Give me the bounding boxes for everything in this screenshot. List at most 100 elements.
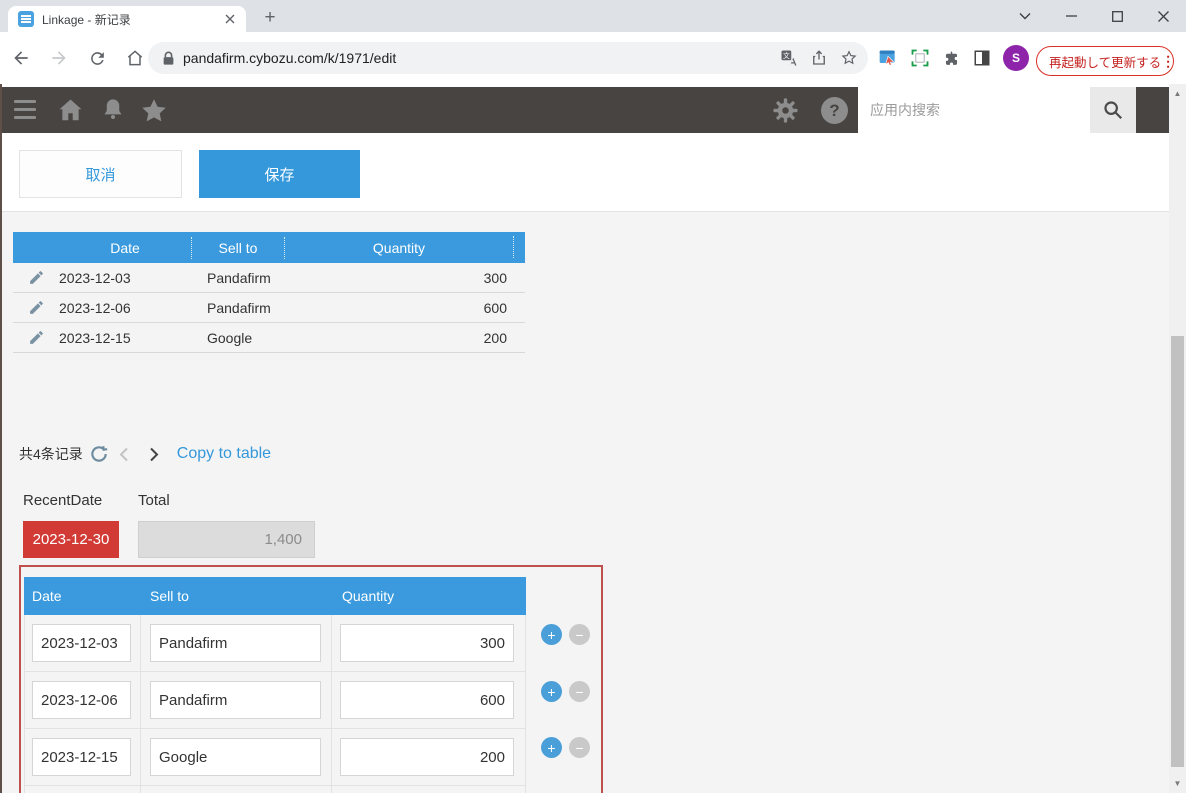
cell-sellto: Google	[191, 330, 284, 346]
vertical-scrollbar[interactable]: ▲ ▼	[1169, 84, 1186, 793]
search-button[interactable]	[1090, 87, 1136, 133]
table-row: 2023-12-03 Pandafirm 300	[13, 263, 525, 293]
add-row-button[interactable]: +	[541, 681, 562, 702]
remove-row-button[interactable]: −	[569, 737, 590, 758]
add-row-button[interactable]: +	[541, 737, 562, 758]
date-input[interactable]	[32, 681, 131, 719]
subtable-row	[24, 729, 526, 786]
cell-date: 2023-12-15	[59, 330, 191, 346]
browser-tab[interactable]: Linkage - 新记录	[8, 6, 246, 32]
subtable-column-date: Date	[24, 588, 141, 604]
subtable-header: Date Sell to Quantity	[24, 577, 526, 615]
scroll-up-arrow-icon[interactable]: ▲	[1169, 86, 1186, 101]
svg-text:文: 文	[783, 51, 790, 60]
lock-icon	[162, 51, 175, 66]
prev-page-chevron-icon[interactable]	[119, 447, 129, 462]
forward-button[interactable]	[42, 41, 76, 75]
table-row: 2023-12-15 Google 200	[13, 323, 525, 353]
date-input[interactable]	[32, 738, 131, 776]
scrollbar-thumb[interactable]	[1171, 336, 1184, 767]
settings-gear-icon[interactable]	[771, 96, 800, 130]
subtable-row	[24, 615, 526, 672]
record-count-label: 共4条记录	[19, 444, 83, 464]
cell-quantity: 300	[284, 270, 513, 286]
sellto-input[interactable]	[150, 624, 321, 662]
subtable-highlight-group: Date Sell to Quantity	[19, 565, 603, 793]
quantity-input[interactable]	[340, 624, 514, 662]
app-header: ?	[2, 87, 1171, 133]
bookmark-star-icon[interactable]	[840, 49, 858, 67]
save-button[interactable]: 保存	[199, 150, 360, 198]
cell-quantity: 600	[284, 300, 513, 316]
pagination-bar: 共4条记录 Copy to table	[19, 442, 271, 466]
in-app-search-input[interactable]	[858, 87, 1090, 133]
next-page-chevron-icon[interactable]	[149, 447, 159, 462]
search-icon	[1102, 99, 1124, 121]
remove-row-button[interactable]: −	[569, 624, 590, 645]
portal-home-icon[interactable]	[55, 95, 86, 131]
edit-pencil-icon[interactable]	[28, 329, 45, 346]
subtable-row	[24, 672, 526, 729]
window-minimize-button[interactable]	[1048, 0, 1094, 32]
window-close-button[interactable]	[1140, 0, 1186, 32]
total-value: 1,400	[138, 521, 315, 558]
quantity-input[interactable]	[340, 738, 514, 776]
date-input[interactable]	[32, 624, 131, 662]
recent-date-value: 2023-12-30	[23, 521, 119, 558]
new-tab-button[interactable]: +	[256, 4, 284, 32]
sellto-input[interactable]	[150, 738, 321, 776]
refresh-icon[interactable]	[89, 444, 109, 464]
url-bar[interactable]: pandafirm.cybozu.com/k/1971/edit 文	[148, 42, 868, 74]
ext-window-capture-icon[interactable]	[878, 48, 898, 68]
share-icon[interactable]	[810, 49, 828, 67]
relaunch-update-label: 再起動して更新する	[1049, 52, 1161, 71]
reload-button[interactable]	[80, 41, 114, 75]
edit-pencil-icon[interactable]	[28, 299, 45, 316]
cell-sellto: Pandafirm	[191, 270, 284, 286]
record-action-bar: 取消 保存	[2, 133, 1171, 212]
tab-title: Linkage - 新记录	[42, 11, 222, 28]
url-text: pandafirm.cybozu.com/k/1971/edit	[183, 50, 780, 66]
tab-search-chevron-icon[interactable]	[1002, 0, 1048, 32]
profile-avatar[interactable]: S	[1003, 45, 1029, 71]
cell-date: 2023-12-03	[59, 270, 191, 286]
browser-titlebar: Linkage - 新记录 +	[0, 0, 1186, 32]
subtable: Date Sell to Quantity	[24, 577, 526, 793]
help-icon[interactable]: ?	[821, 97, 848, 124]
hamburger-menu-icon[interactable]	[14, 100, 36, 119]
app-favicon-icon	[18, 11, 34, 27]
table-row: 2023-12-06 Pandafirm 600	[13, 293, 525, 323]
related-records-header: Date Sell to Quantity	[13, 232, 525, 263]
cell-quantity: 200	[284, 330, 513, 346]
extensions-puzzle-icon[interactable]	[942, 49, 961, 68]
translate-icon[interactable]: 文	[780, 49, 798, 67]
edit-pencil-icon[interactable]	[28, 269, 45, 286]
record-form-area: Date Sell to Quantity 2023-12-03 Pandafi…	[2, 212, 1171, 793]
copy-to-table-link[interactable]: Copy to table	[177, 445, 271, 463]
back-button[interactable]	[4, 41, 38, 75]
total-label: Total	[138, 492, 170, 509]
window-maximize-button[interactable]	[1094, 0, 1140, 32]
tab-close-icon[interactable]	[222, 11, 238, 27]
page-content: ? 取消 保存 Date Sell to Quantity	[0, 84, 1169, 793]
quantity-input[interactable]	[340, 681, 514, 719]
relaunch-update-button[interactable]: 再起動して更新する ⋮	[1036, 46, 1174, 76]
sellto-input[interactable]	[150, 681, 321, 719]
related-records-table: Date Sell to Quantity 2023-12-03 Pandafi…	[13, 232, 525, 353]
browser-menu-kebab-icon[interactable]: ⋮	[1161, 56, 1175, 66]
remove-row-button[interactable]: −	[569, 681, 590, 702]
ext-dark-mode-icon[interactable]	[973, 49, 991, 67]
cell-sellto: Pandafirm	[191, 300, 284, 316]
favorites-star-icon[interactable]	[138, 95, 170, 132]
column-header-date: Date	[59, 240, 191, 256]
notifications-bell-icon[interactable]	[98, 95, 128, 130]
ext-fullpage-screenshot-icon[interactable]	[910, 48, 930, 68]
home-button[interactable]	[118, 41, 152, 75]
scroll-down-arrow-icon[interactable]: ▼	[1169, 776, 1186, 791]
add-row-button[interactable]: +	[541, 624, 562, 645]
recent-date-label: RecentDate	[23, 492, 102, 509]
column-header-quantity: Quantity	[284, 237, 513, 259]
browser-toolbar: pandafirm.cybozu.com/k/1971/edit 文 S 再起動…	[0, 32, 1186, 84]
subtable-column-quantity: Quantity	[332, 588, 526, 604]
cancel-button[interactable]: 取消	[19, 150, 182, 198]
